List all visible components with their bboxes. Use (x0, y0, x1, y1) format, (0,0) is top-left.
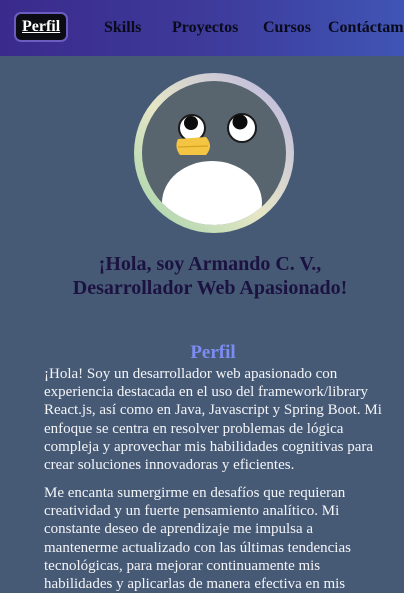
profile-section-title: Perfil (190, 342, 236, 363)
profile-paragraph-2: Me encanta sumergirme en desafíos que re… (44, 485, 351, 593)
nav-perfil-link[interactable]: Perfil (16, 14, 67, 40)
nav-proyectos-link[interactable]: Proyectos (172, 18, 238, 38)
nav-skills-link[interactable]: Skills (104, 18, 141, 38)
penguin-avatar-icon (134, 73, 294, 233)
nav-contactame-link[interactable]: Contáctame (328, 18, 404, 38)
nav-cursos-link[interactable]: Cursos (263, 18, 311, 38)
top-navbar: Perfil Skills Proyectos Cursos Contáctam… (0, 0, 404, 56)
hero-headline: ¡Hola, soy Armando C. V., Desarrollador … (72, 253, 348, 299)
profile-paragraph-1: ¡Hola! Soy un desarrollador web apasiona… (44, 366, 382, 474)
